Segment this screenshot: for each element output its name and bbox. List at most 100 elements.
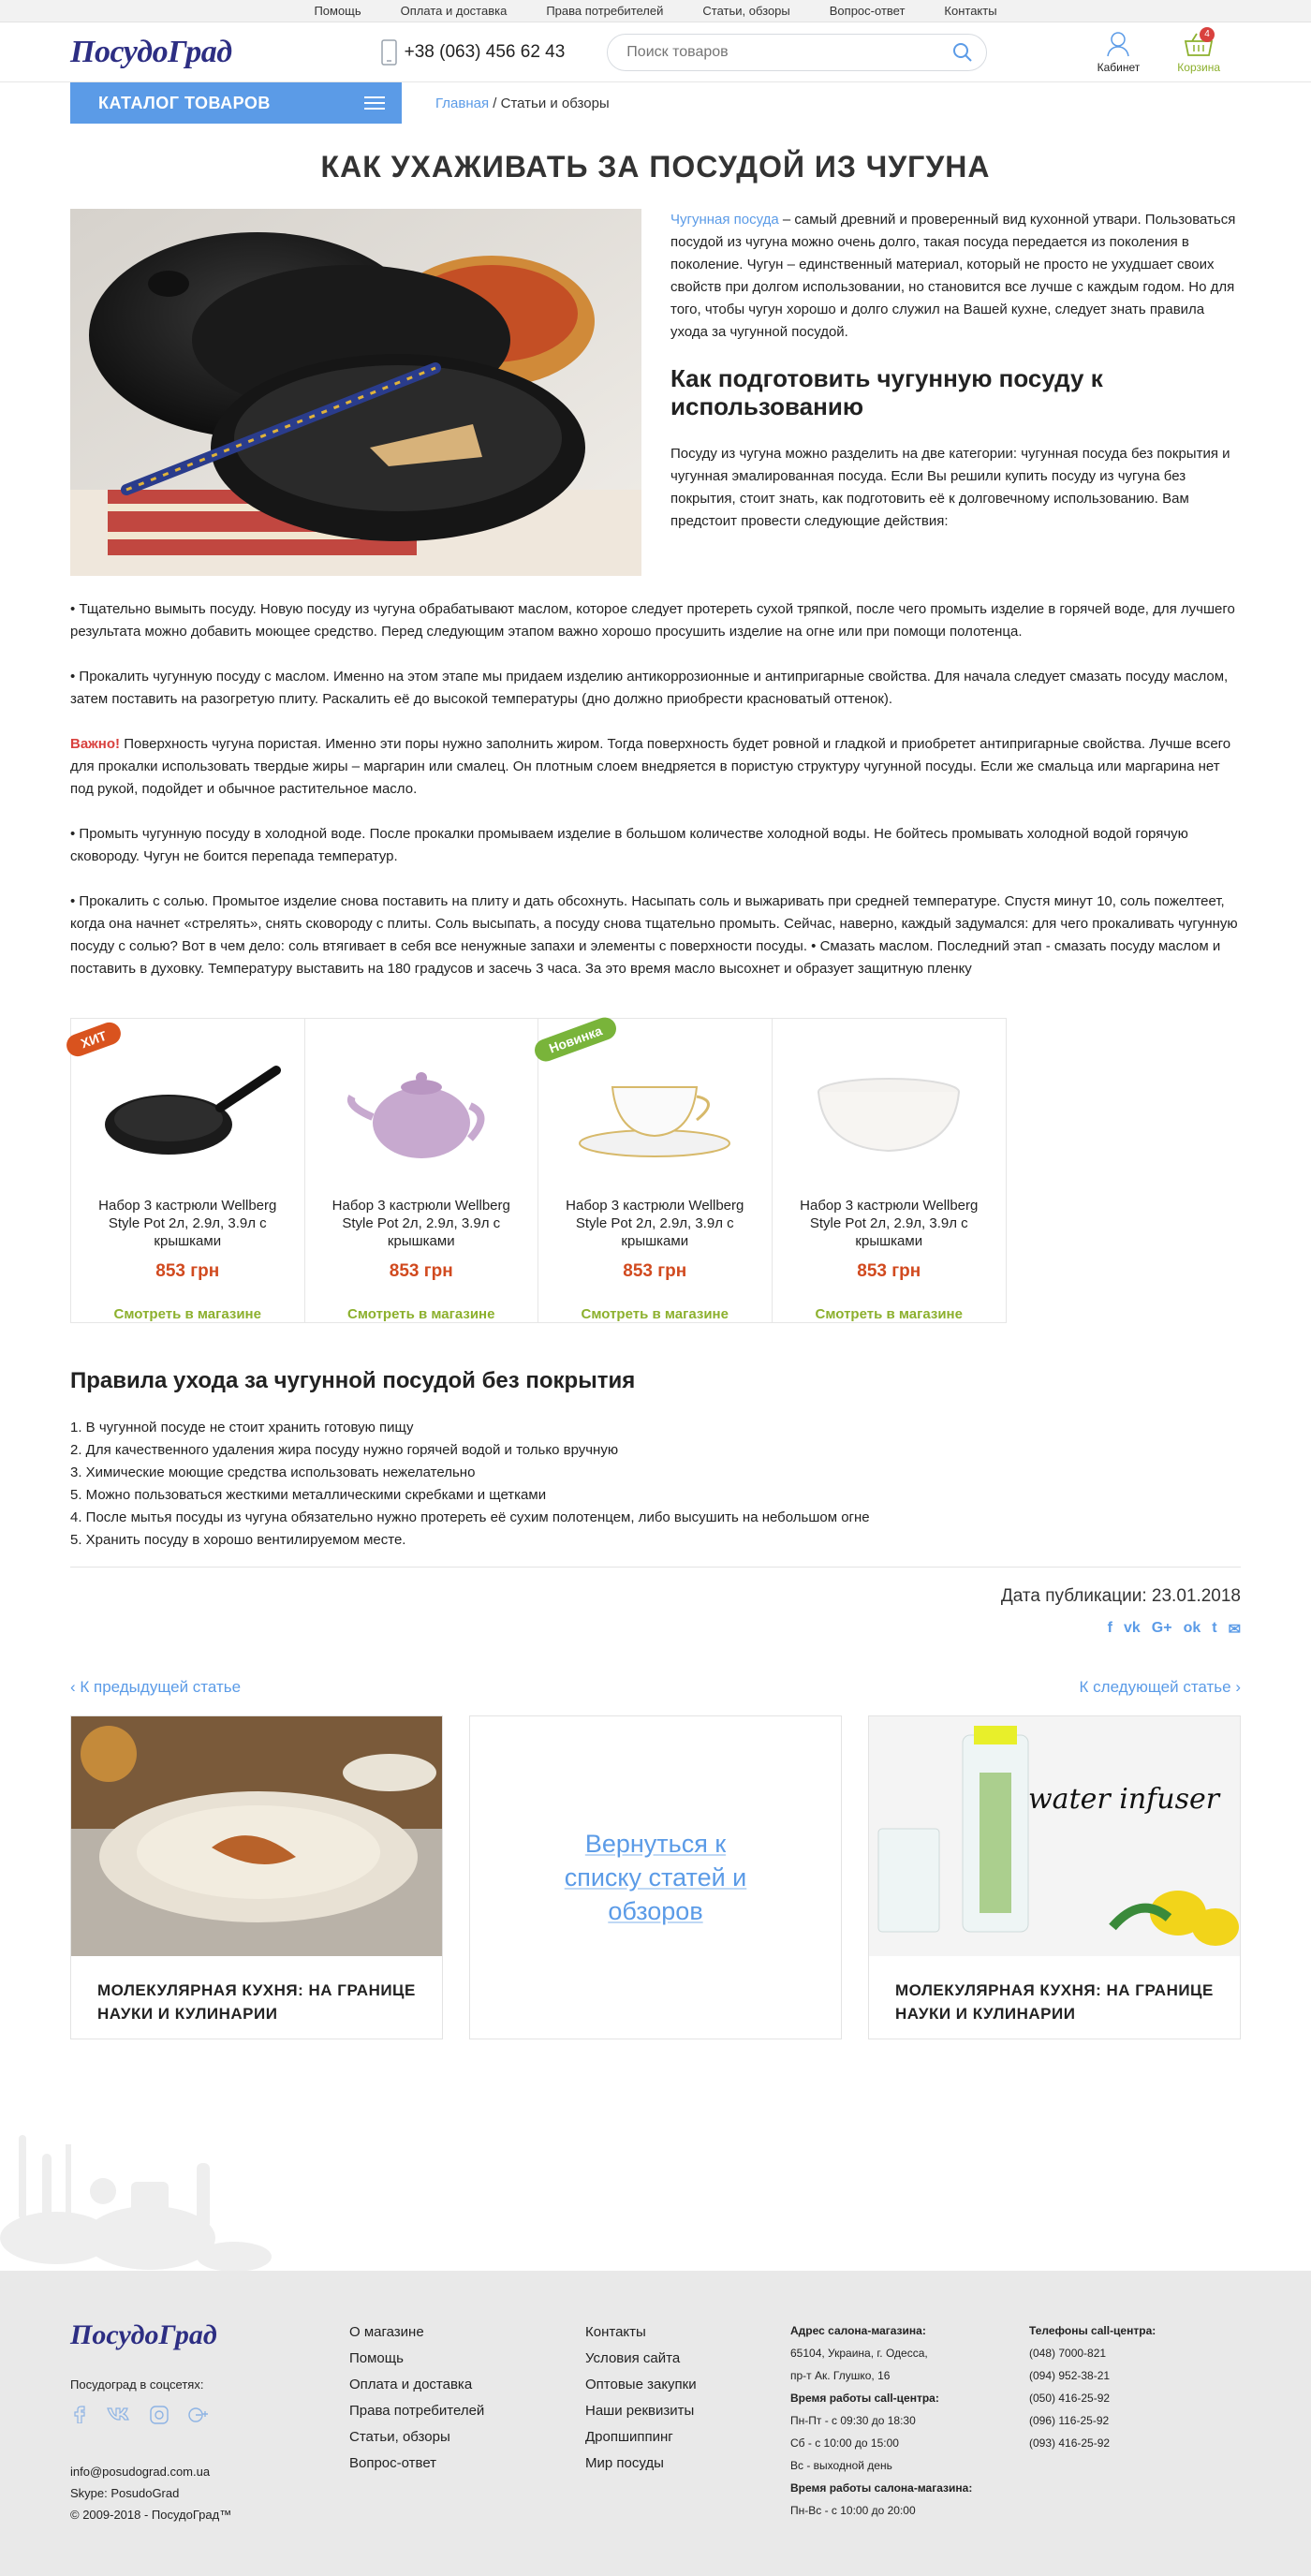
email-icon[interactable]: ✉ bbox=[1229, 1620, 1241, 1639]
related-card-left[interactable]: МОЛЕКУЛЯРНАЯ КУХНЯ: НА ГРАНИЦЕ НАУКИ И К… bbox=[70, 1715, 443, 2039]
footer-link[interactable]: Мир посуды bbox=[585, 2451, 790, 2477]
rule-item: 5. Хранить посуду в хорошо вентилируемом… bbox=[70, 1532, 406, 1548]
breadcrumb-home[interactable]: Главная bbox=[435, 96, 489, 111]
product-list: ХИТ Набор 3 кастрюли Wellberg Style Pot … bbox=[63, 1014, 1007, 1323]
phone-line[interactable]: (093) 416-25-92 bbox=[1029, 2432, 1216, 2454]
product-name[interactable]: Набор 3 кастрюли Wellberg Style Pot 2л, … bbox=[538, 1197, 772, 1250]
product-name[interactable]: Набор 3 кастрюли Wellberg Style Pot 2л, … bbox=[773, 1197, 1007, 1250]
cart-count-badge: 4 bbox=[1200, 27, 1215, 42]
phone-line[interactable]: (096) 116-25-92 bbox=[1029, 2409, 1216, 2432]
vk-icon[interactable]: vk bbox=[1124, 1620, 1141, 1639]
related-title[interactable]: МОЛЕКУЛЯРНАЯ КУХНЯ: НА ГРАНИЦЕ НАУКИ И К… bbox=[71, 1956, 442, 2048]
facebook-icon[interactable] bbox=[70, 2405, 89, 2423]
product-card[interactable]: Набор 3 кастрюли Wellberg Style Pot 2л, … bbox=[305, 1019, 538, 1322]
teapot-image bbox=[305, 1054, 538, 1167]
back-to-articles-card[interactable]: Вернуться к списку статей и обзоров bbox=[469, 1715, 842, 2039]
instagram-icon[interactable] bbox=[149, 2405, 169, 2425]
google-plus-icon[interactable]: G+ bbox=[1152, 1620, 1172, 1639]
footer-phones: Телефоны call-центра: (048) 7000-821 (09… bbox=[1029, 2319, 1216, 2525]
related-articles: МОЛЕКУЛЯРНАЯ КУХНЯ: НА ГРАНИЦЕ НАУКИ И К… bbox=[70, 1715, 1241, 2039]
footer-skype: Skype: PosudoGrad bbox=[70, 2486, 180, 2500]
top-nav-articles[interactable]: Статьи, обзоры bbox=[702, 0, 789, 22]
footer-link[interactable]: Наши реквизиты bbox=[585, 2398, 790, 2424]
vk-icon[interactable] bbox=[106, 2405, 132, 2423]
top-nav-payment[interactable]: Оплата и доставка bbox=[401, 0, 508, 22]
odnoklassniki-icon[interactable]: ok bbox=[1184, 1620, 1201, 1639]
article-body: • Тщательно вымыть посуду. Новую посуду … bbox=[70, 598, 1241, 980]
phone-line[interactable]: (048) 7000-821 bbox=[1029, 2342, 1216, 2364]
footer-link[interactable]: Контакты bbox=[585, 2319, 790, 2346]
product-price: 853 грн bbox=[857, 1261, 921, 1281]
related-card-right[interactable]: water infuser МОЛЕКУЛЯРНАЯ КУХНЯ: НА ГРА… bbox=[868, 1715, 1241, 2039]
next-label: К следующей статье bbox=[1079, 1678, 1231, 1696]
header: ПосудоГрад +38 (063) 456 62 43 Кабинет К… bbox=[0, 22, 1311, 82]
top-nav-rights[interactable]: Права потребителей bbox=[546, 0, 663, 22]
phone-number: +38 (063) 456 62 43 bbox=[404, 42, 566, 62]
footer-link[interactable]: Помощь bbox=[349, 2346, 585, 2372]
footer-link[interactable]: Оптовые закупки bbox=[585, 2372, 790, 2398]
product-card[interactable]: ХИТ Набор 3 кастрюли Wellberg Style Pot … bbox=[63, 1019, 305, 1322]
cast-iron-pans-image bbox=[70, 209, 641, 576]
cabinet-button[interactable]: Кабинет bbox=[1097, 31, 1140, 74]
search-icon[interactable] bbox=[952, 42, 973, 63]
product-name[interactable]: Набор 3 кастрюли Wellberg Style Pot 2л, … bbox=[305, 1197, 538, 1250]
shop-hours-title: Время работы салона-магазина: bbox=[790, 2481, 973, 2495]
product-card[interactable]: Новинка Набор 3 кастрюли Wellberg Style … bbox=[531, 1014, 773, 1322]
back-to-articles-link[interactable]: Вернуться к списку статей и обзоров bbox=[470, 1827, 841, 1928]
view-in-shop-link[interactable]: Смотреть в магазине bbox=[305, 1306, 538, 1322]
article: КАК УХАЖИВАТЬ ЗА ПОСУДОЙ ИЗ ЧУГУНА Чугун… bbox=[63, 150, 1241, 2039]
next-article-link[interactable]: К следующей статье › bbox=[1080, 1678, 1241, 1697]
water-infuser-image: water infuser bbox=[869, 1716, 1240, 1956]
footer-link[interactable]: Вопрос-ответ bbox=[349, 2451, 585, 2477]
view-in-shop-link[interactable]: Смотреть в магазине bbox=[71, 1306, 304, 1322]
prev-article-link[interactable]: ‹ К предыдущей статье bbox=[70, 1678, 241, 1697]
product-price: 853 грн bbox=[623, 1261, 687, 1281]
footer-link[interactable]: Права потребителей bbox=[349, 2398, 585, 2424]
google-plus-icon[interactable] bbox=[186, 2405, 209, 2425]
frying-pan-image bbox=[71, 1054, 304, 1167]
facebook-icon[interactable]: f bbox=[1108, 1620, 1112, 1639]
article-navigation: ‹ К предыдущей статье К следующей статье… bbox=[70, 1678, 1241, 1697]
footer-link[interactable]: Оплата и доставка bbox=[349, 2372, 585, 2398]
top-nav-faq[interactable]: Вопрос-ответ bbox=[830, 0, 906, 22]
address-line: 65104, Украина, г. Одесса, bbox=[790, 2347, 928, 2360]
product-price: 853 грн bbox=[389, 1261, 453, 1281]
phone-line[interactable]: (094) 952-38-21 bbox=[1029, 2364, 1216, 2387]
search-input[interactable] bbox=[626, 44, 953, 61]
product-name[interactable]: Набор 3 кастрюли Wellberg Style Pot 2л, … bbox=[71, 1197, 304, 1250]
menu-icon bbox=[364, 93, 385, 113]
phone-icon bbox=[380, 39, 397, 66]
section-subtitle: Как подготовить чугунную посуду к исполь… bbox=[670, 364, 1103, 420]
address-line: пр-т Ак. Глушко, 16 bbox=[790, 2369, 891, 2382]
hours-title: Время работы call-центра: bbox=[790, 2392, 939, 2405]
step-wash: • Тщательно вымыть посуду. Новую посуду … bbox=[70, 601, 1235, 640]
top-nav-contacts[interactable]: Контакты bbox=[944, 0, 996, 22]
rule-item: 1. В чугунной посуде не стоит хранить го… bbox=[70, 1420, 414, 1435]
footer-link[interactable]: Дропшиппинг bbox=[585, 2424, 790, 2451]
cart-button[interactable]: Корзина 4 bbox=[1177, 27, 1220, 74]
header-icons: Кабинет Корзина 4 bbox=[1097, 27, 1220, 74]
phone-line[interactable]: (050) 416-25-92 bbox=[1029, 2387, 1216, 2409]
footer-link[interactable]: О магазине bbox=[349, 2319, 585, 2346]
footer-email[interactable]: info@posudograd.com.ua bbox=[70, 2461, 349, 2482]
search-box bbox=[607, 34, 988, 71]
top-nav-help[interactable]: Помощь bbox=[314, 0, 361, 22]
twitter-icon[interactable]: t bbox=[1212, 1620, 1216, 1639]
intro-rest: – самый древний и проверенный вид кухонн… bbox=[670, 212, 1236, 340]
product-card[interactable]: Набор 3 кастрюли Wellberg Style Pot 2л, … bbox=[773, 1019, 1007, 1322]
hours-line: Пн-Пт - с 09:30 до 18:30 bbox=[790, 2414, 916, 2427]
intro-link[interactable]: Чугунная посуда bbox=[670, 212, 779, 228]
footer-link[interactable]: Статьи, обзоры bbox=[349, 2424, 585, 2451]
view-in-shop-link[interactable]: Смотреть в магазине bbox=[773, 1306, 1007, 1322]
related-title[interactable]: МОЛЕКУЛЯРНАЯ КУХНЯ: НА ГРАНИЦЕ НАУКИ И К… bbox=[869, 1956, 1240, 2048]
product-price: 853 грн bbox=[155, 1261, 220, 1281]
view-in-shop-link[interactable]: Смотреть в магазине bbox=[538, 1306, 772, 1322]
catalog-button[interactable]: КАТАЛОГ ТОВАРОВ bbox=[70, 82, 402, 124]
phone[interactable]: +38 (063) 456 62 43 bbox=[380, 39, 566, 66]
footer-logo[interactable]: ПосудоГрад bbox=[70, 2319, 349, 2351]
breadcrumb-current: Статьи и обзоры bbox=[500, 95, 610, 111]
publish-date: Дата публикации: 23.01.2018 bbox=[1000, 1586, 1241, 1606]
footer-link[interactable]: Условия сайта bbox=[585, 2346, 790, 2372]
important-label: Важно! bbox=[70, 736, 121, 752]
logo[interactable]: ПосудоГрад bbox=[70, 35, 232, 70]
